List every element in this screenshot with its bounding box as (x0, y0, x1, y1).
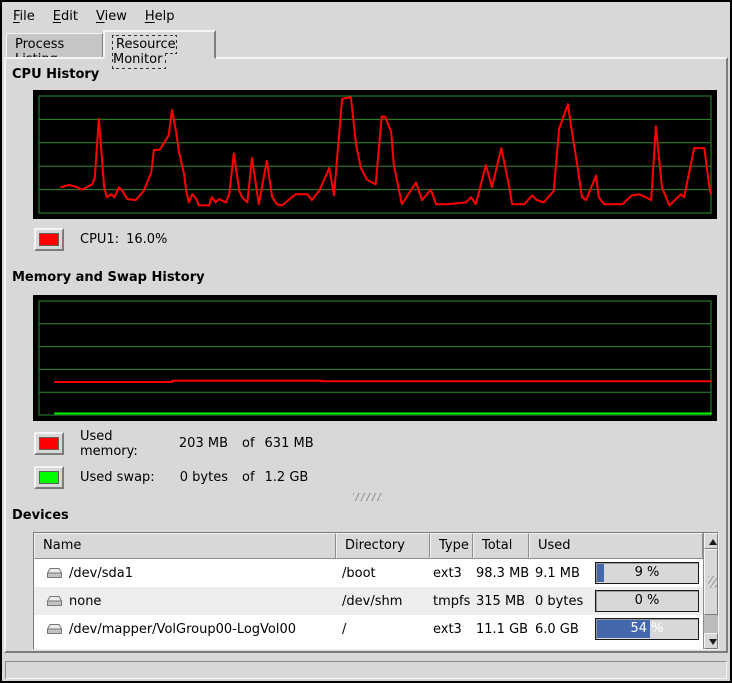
memory-color-button[interactable] (34, 432, 64, 455)
tab-process-listing[interactable]: Process Listing (6, 33, 103, 57)
memory-legend: Used memory: 203 MB of 631 MB (34, 432, 314, 455)
menubar: File Edit View Help (2, 2, 730, 30)
devices-title: Devices (12, 508, 69, 523)
device-name: /dev/mapper/VolGroup00-LogVol00 (69, 622, 296, 637)
device-used: 0 bytes (535, 594, 593, 609)
swap-total-value: 1.2 GB (265, 470, 309, 485)
memory-of-text: of (242, 436, 255, 451)
device-type: ext3 (430, 622, 473, 637)
memory-history-plot (39, 301, 711, 415)
progress-label: 9 % (596, 563, 698, 583)
device-total: 11.1 GB (473, 622, 529, 637)
memory-history-title: Memory and Swap History (12, 270, 205, 285)
cpu-history-title: CPU History (12, 67, 99, 82)
column-header-type[interactable]: Type (430, 533, 473, 559)
swap-used-value: 0 bytes (172, 470, 228, 485)
cpu-color-swatch (39, 233, 59, 246)
device-name: /dev/sda1 (69, 566, 133, 581)
scroll-up-icon[interactable] (704, 533, 718, 549)
table-row-volgroup[interactable]: /dev/mapper/VolGroup00-LogVol00 / ext3 1… (34, 615, 703, 643)
usage-progress-bar: 0 % (595, 590, 699, 612)
memory-used-value: 203 MB (172, 436, 228, 451)
device-name: none (69, 594, 101, 609)
device-directory: /boot (336, 566, 430, 581)
devices-table-header: Name Directory Type Total Used (34, 533, 703, 559)
cpu-legend: CPU1: 16.0% (34, 228, 167, 251)
disk-icon (46, 566, 63, 580)
usage-progress-bar: 9 % (595, 562, 699, 584)
memory-history-graph (33, 295, 717, 421)
menu-view[interactable]: View (87, 4, 136, 29)
memory-legend-label: Used memory: (80, 429, 172, 459)
device-total: 315 MB (473, 594, 529, 609)
memory-total-value: 631 MB (265, 436, 314, 451)
disk-icon (46, 622, 63, 636)
device-directory: / (336, 622, 430, 637)
column-header-name[interactable]: Name (34, 533, 336, 559)
swap-legend-label: Used swap: (80, 470, 172, 485)
progress-label: 54 % (596, 619, 698, 639)
devices-table: Name Directory Type Total Used /dev/sd (33, 532, 719, 650)
menu-edit[interactable]: Edit (44, 4, 87, 29)
resource-monitor-page: CPU History CPU1: 16.0% Memory and Swap … (4, 57, 728, 653)
pane-resize-grip[interactable] (353, 493, 383, 501)
swap-color-button[interactable] (34, 466, 64, 489)
scroll-down-icon[interactable] (704, 633, 718, 649)
device-type: tmpfs (430, 594, 473, 609)
cpu-legend-label: CPU1: (80, 232, 119, 247)
cpu-history-plot (39, 96, 711, 213)
menu-file[interactable]: File (4, 4, 44, 29)
progress-label: 0 % (596, 591, 698, 611)
scrollbar-trough[interactable] (704, 615, 718, 633)
scrollbar-thumb[interactable] (704, 549, 718, 615)
device-used: 9.1 MB (535, 566, 593, 581)
device-directory: /dev/shm (336, 594, 430, 609)
device-total: 98.3 MB (473, 566, 529, 581)
system-monitor-window: File Edit View Help Process Listing Reso… (0, 0, 732, 683)
column-header-directory[interactable]: Directory (336, 533, 430, 559)
table-row-dev-sda1[interactable]: /dev/sda1 /boot ext3 98.3 MB 9.1 MB 9 % (34, 559, 703, 587)
column-header-total[interactable]: Total (473, 533, 529, 559)
memory-color-swatch (39, 437, 59, 450)
table-row-none[interactable]: none /dev/shm tmpfs 315 MB 0 bytes 0 % (34, 587, 703, 615)
tab-resource-monitor[interactable]: Resource Monitor (103, 30, 216, 59)
column-header-used[interactable]: Used (529, 533, 703, 559)
tab-bar: Process Listing Resource Monitor (2, 30, 730, 57)
menu-help[interactable]: Help (136, 4, 184, 29)
disk-icon (46, 594, 63, 608)
cpu-history-graph (33, 90, 717, 219)
vertical-scrollbar[interactable] (703, 533, 718, 649)
cpu-legend-value: 16.0% (126, 232, 167, 247)
swap-color-swatch (39, 471, 59, 484)
status-bar (5, 661, 727, 679)
cpu-color-button[interactable] (34, 228, 64, 251)
device-type: ext3 (430, 566, 473, 581)
swap-legend: Used swap: 0 bytes of 1.2 GB (34, 466, 308, 489)
usage-progress-bar: 54 % (595, 618, 699, 640)
device-used: 6.0 GB (535, 622, 593, 637)
swap-of-text: of (242, 470, 255, 485)
